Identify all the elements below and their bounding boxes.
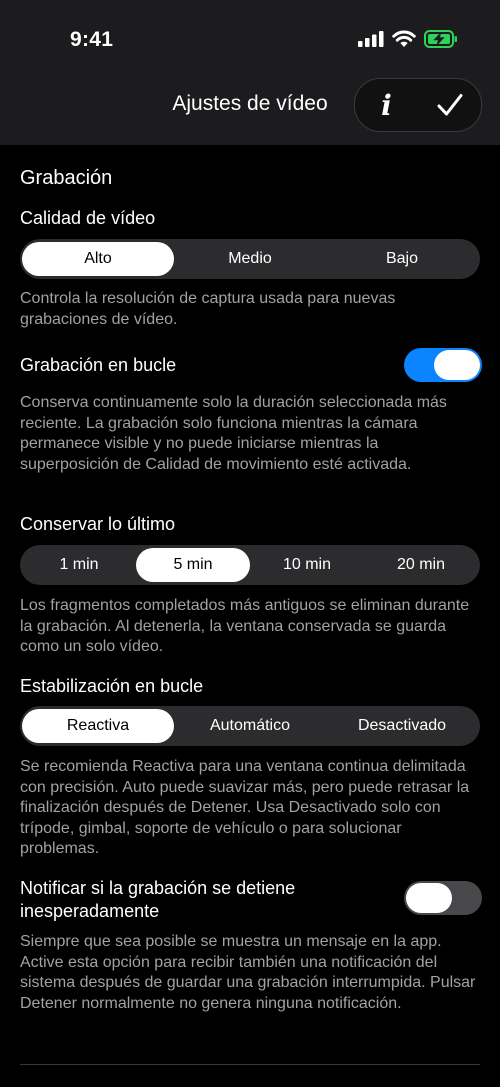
loop-recording-description: Conserva continuamente solo la duración … [20, 394, 447, 473]
video-quality-description: Controla la resolución de captura usada … [20, 290, 396, 328]
keep-option-20min[interactable]: 20 min [364, 548, 478, 582]
wifi-icon [392, 30, 416, 47]
quality-option-medium[interactable]: Medio [174, 242, 326, 276]
video-quality-label: Calidad de vídeo [20, 208, 156, 228]
notify-interrupt-label: Notificar si la grabación se detiene ine… [20, 878, 296, 921]
signal-icon [358, 31, 384, 47]
stabilization-option-off[interactable]: Desactivado [326, 709, 478, 743]
stabilization-option-auto[interactable]: Automático [174, 709, 326, 743]
done-button[interactable] [425, 80, 475, 130]
loop-recording-toggle[interactable] [404, 348, 482, 382]
top-bar: 9:41 Ajustes de vídeo i [0, 0, 500, 145]
battery-charging-icon [424, 30, 457, 48]
status-icons [358, 30, 458, 48]
keep-option-1min[interactable]: 1 min [22, 548, 136, 582]
loop-recording-label: Grabación en bucle [20, 355, 177, 375]
toggle-knob [406, 883, 452, 913]
notify-interrupt-description: Siempre que sea posible se muestra un me… [20, 933, 476, 1012]
loop-stabilization-description: Se recomienda Reactiva para una ventana … [20, 758, 470, 858]
quality-option-high[interactable]: Alto [22, 242, 174, 276]
keep-last-segmented: 1 min 5 min 10 min 20 min [20, 545, 480, 585]
keep-last-description: Los fragmentos completados más antiguos … [20, 597, 470, 656]
status-time: 9:41 [70, 28, 114, 51]
video-quality-segmented: Alto Medio Bajo [20, 239, 480, 279]
quality-option-low[interactable]: Bajo [326, 242, 478, 276]
keep-last-label: Conservar lo último [20, 514, 176, 534]
toggle-knob [434, 350, 480, 380]
info-button[interactable]: i [362, 80, 412, 130]
loop-stabilization-label: Estabilización en bucle [20, 676, 204, 696]
stabilization-option-reactive[interactable]: Reactiva [22, 709, 174, 743]
notify-interrupt-toggle[interactable] [404, 881, 482, 915]
keep-option-10min[interactable]: 10 min [250, 548, 364, 582]
loop-stabilization-segmented: Reactiva Automático Desactivado [20, 706, 480, 746]
nav-action-group: i [354, 78, 482, 132]
section-title-recording: Grabación [20, 167, 113, 189]
info-icon: i [381, 88, 392, 122]
section-divider [20, 1064, 480, 1065]
checkmark-icon [437, 94, 462, 116]
keep-option-5min[interactable]: 5 min [136, 548, 250, 582]
